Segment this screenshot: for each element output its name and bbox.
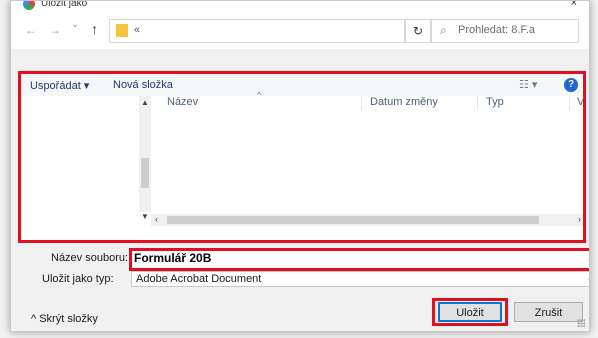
scroll-down-icon[interactable]: ▼ [139, 212, 151, 226]
command-toolbar: Uspořádat ▾ Nová složka ☷ ▾ ? [21, 74, 583, 96]
scroll-thumb[interactable] [141, 158, 149, 188]
close-button[interactable]: × [571, 1, 577, 9]
search-placeholder: Prohledat: 8.F.a [458, 24, 536, 36]
save-as-dialog: Uložit jako × ← → ⌄ ↑ « ↻ ⌕ Prohledat: 8… [10, 0, 590, 332]
column-header-name[interactable]: Název [167, 96, 198, 108]
title-bar: Uložit jako × [11, 1, 589, 13]
new-folder-button[interactable]: Nová složka [113, 79, 173, 91]
folder-icon [116, 24, 128, 37]
column-divider[interactable] [569, 96, 570, 110]
help-icon[interactable]: ? [564, 78, 578, 92]
resize-grip-icon[interactable] [577, 319, 585, 327]
forward-arrow-icon[interactable]: → [49, 23, 61, 37]
navigation-pane-scrollbar[interactable]: ▲ [139, 96, 151, 212]
breadcrumb[interactable]: « [134, 24, 140, 36]
navigation-bar: ← → ⌄ ↑ « ↻ ⌕ Prohledat: 8.F.a [11, 13, 589, 49]
chevron-down-icon[interactable]: ⌄ [586, 253, 589, 264]
search-icon: ⌕ [440, 23, 447, 37]
column-header-type[interactable]: Typ [486, 96, 504, 108]
refresh-icon[interactable]: ↻ [405, 19, 431, 43]
filetype-label: Uložit jako typ: [42, 273, 114, 285]
address-bar[interactable]: « [109, 19, 405, 43]
filetype-select[interactable]: Adobe Acrobat Document ⌄ [131, 271, 589, 287]
sort-indicator-icon: ^ [257, 90, 262, 100]
organize-menu[interactable]: Uspořádat ▾ [30, 79, 89, 92]
cancel-button[interactable]: Zrušit [514, 302, 583, 322]
view-options-icon[interactable]: ☷ ▾ [519, 78, 537, 91]
filename-label: Název souboru: [51, 252, 129, 264]
up-arrow-icon[interactable]: ↑ [91, 21, 98, 37]
column-header-size[interactable]: V [577, 96, 584, 108]
column-divider[interactable] [361, 96, 362, 110]
column-header-date[interactable]: Datum změny [370, 96, 438, 108]
window-title: Uložit jako [41, 0, 88, 9]
save-button[interactable]: Uložit [438, 302, 502, 322]
hide-folders-button[interactable]: ^ Skrýt složky [31, 313, 98, 325]
file-browser-panel: Uspořádat ▾ Nová složka ☷ ▾ ? ▲ ▼ ^ Náze… [18, 71, 586, 243]
scroll-left-icon[interactable]: ‹ [155, 214, 158, 224]
chevron-down-icon[interactable]: ⌄ [586, 273, 589, 284]
recent-locations-button[interactable]: ⌄ [71, 19, 79, 30]
back-arrow-icon[interactable]: ← [25, 23, 37, 37]
filetype-value[interactable]: Adobe Acrobat Document [136, 273, 261, 285]
scroll-up-icon[interactable]: ▲ [141, 98, 149, 107]
horizontal-scrollbar[interactable]: ‹ › [151, 214, 583, 226]
filename-value[interactable]: Formulář 20B [134, 251, 211, 265]
chrome-app-icon [23, 1, 35, 10]
search-input[interactable]: ⌕ Prohledat: 8.F.a [431, 19, 579, 43]
scroll-right-icon[interactable]: › [578, 214, 581, 224]
horizontal-scroll-thumb[interactable] [167, 216, 539, 224]
filename-field[interactable]: Formulář 20B ⌄ [129, 248, 589, 271]
column-divider[interactable] [477, 96, 478, 110]
